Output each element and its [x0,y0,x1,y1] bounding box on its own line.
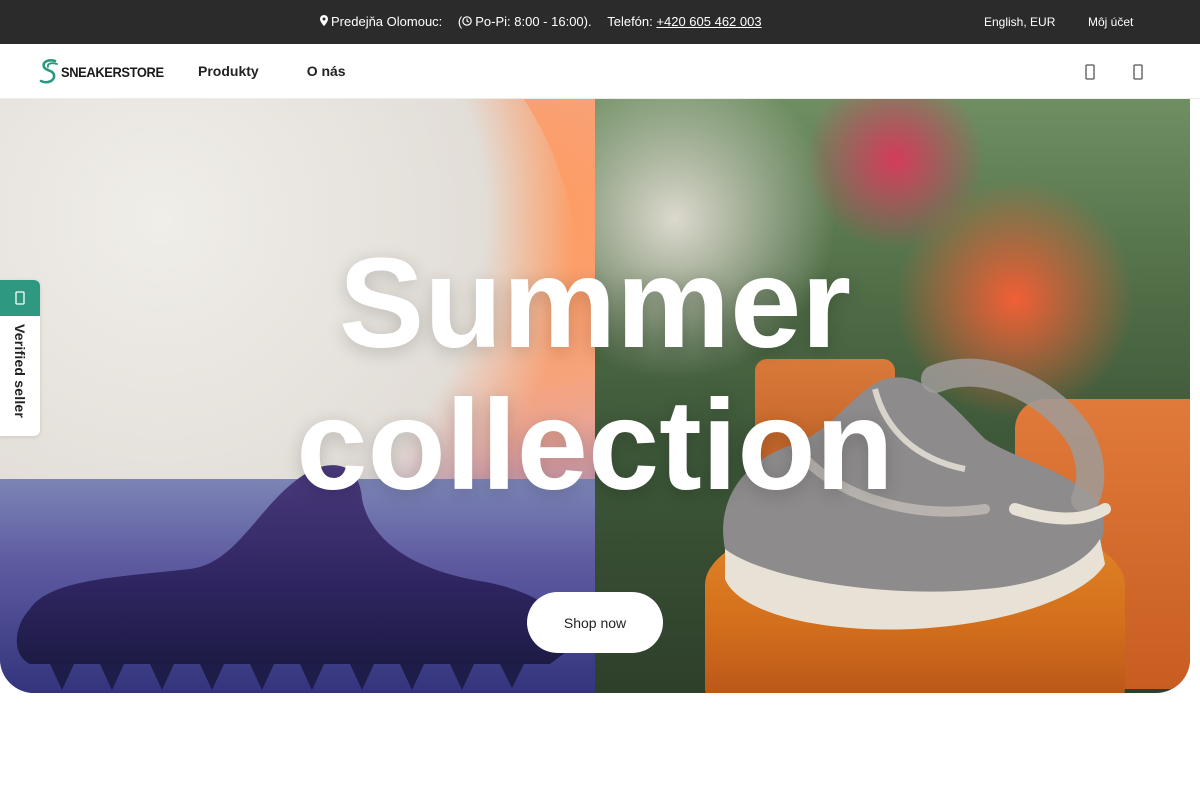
location-icon [320,15,328,29]
store-info: Predejňa Olomouc: ( Po-Pi: 8:00 - 16:00)… [320,14,762,29]
main-header: SNEAKERSTORE Produkty O nás [0,44,1200,99]
hero-title: Summer collection [0,233,1190,517]
phone-label: Telefón: [607,14,653,29]
logo[interactable]: SNEAKERSTORE [38,57,173,87]
shop-now-button[interactable]: Shop now [527,592,663,653]
logo-s-icon [38,58,60,86]
language-currency-selector[interactable]: English, EUR [984,15,1055,29]
search-icon[interactable] [1082,63,1098,81]
hero-title-line-1: Summer [338,232,852,375]
nav-item-o-nas[interactable]: O nás [307,63,346,79]
clock-icon [462,16,473,29]
top-info-bar: Predejňa Olomouc: ( Po-Pi: 8:00 - 16:00)… [0,0,1200,44]
shield-check-icon [0,280,40,316]
hero-title-line-2: collection [296,374,894,517]
store-name: Predejňa Olomouc: [331,14,443,29]
nav-item-produkty[interactable]: Produkty [198,63,259,79]
phone-link[interactable]: +420 605 462 003 [656,14,761,29]
account-link[interactable]: Môj účet [1088,15,1133,29]
logo-text: SNEAKERSTORE [61,64,164,80]
main-nav: Produkty O nás [198,63,346,79]
cart-icon[interactable] [1130,63,1146,81]
verified-seller-tab[interactable]: Verified seller [0,280,40,436]
store-hours: Po-Pi: 8:00 - 16:00). [475,14,592,29]
hero-banner: Summer collection Shop now [0,99,1190,693]
verified-seller-label: Verified seller [12,324,28,419]
